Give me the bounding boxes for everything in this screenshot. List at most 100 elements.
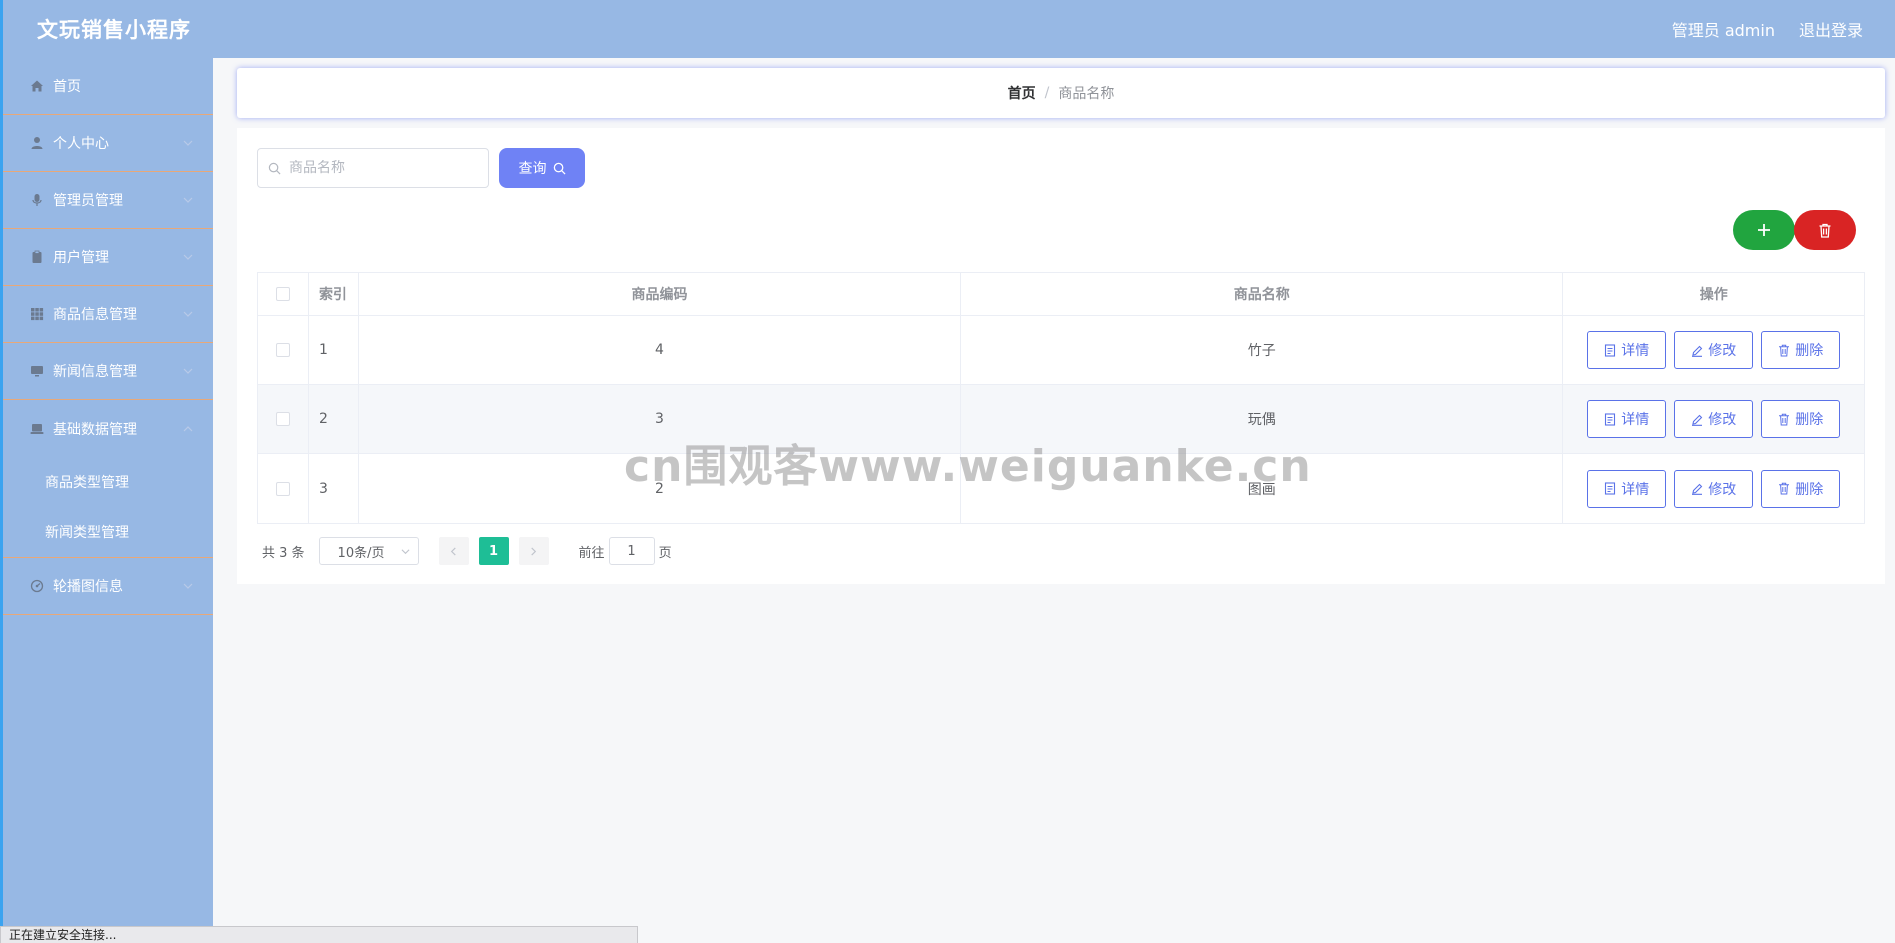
base-data-group: 基础数据管理 商品类型管理 新闻类型管理 bbox=[3, 400, 213, 558]
logout-link[interactable]: 退出登录 bbox=[1799, 17, 1863, 41]
breadcrumb-home[interactable]: 首页 bbox=[1008, 83, 1036, 103]
delete-button[interactable]: 删除 bbox=[1761, 331, 1841, 369]
sidebar-item-admin-management[interactable]: 管理员管理 bbox=[3, 172, 213, 229]
dashboard-icon bbox=[29, 578, 45, 594]
detail-label: 详情 bbox=[1621, 481, 1650, 498]
query-button-label: 查询 bbox=[518, 161, 547, 177]
edit-label: 修改 bbox=[1708, 412, 1737, 428]
sidebar: 首页 个人中心 管理员管理 用户管理 商品信息管理 新闻信息管理 基础数据管理 … bbox=[0, 58, 213, 943]
edit-button[interactable]: 修改 bbox=[1674, 400, 1754, 438]
chevron-down-icon bbox=[183, 368, 193, 374]
edit-icon bbox=[1692, 483, 1703, 495]
breadcrumb: 首页 / 商品名称 bbox=[237, 68, 1885, 118]
chevron-down-icon bbox=[401, 548, 410, 554]
row-index: 3 bbox=[309, 454, 359, 523]
sidebar-item-news-info[interactable]: 新闻信息管理 bbox=[3, 343, 213, 400]
detail-button[interactable]: 详情 bbox=[1587, 331, 1667, 369]
chevron-down-icon bbox=[183, 583, 193, 589]
app-title: 文玩销售小程序 bbox=[37, 18, 191, 42]
delete-button[interactable]: 删除 bbox=[1761, 400, 1841, 438]
sidebar-item-label: 个人中心 bbox=[53, 136, 109, 152]
document-icon bbox=[1605, 412, 1616, 426]
sidebar-item-label: 首页 bbox=[53, 79, 81, 95]
chevron-up-icon bbox=[183, 425, 193, 431]
edit-button[interactable]: 修改 bbox=[1674, 469, 1754, 508]
trash-icon bbox=[1779, 482, 1790, 495]
header-name: 商品名称 bbox=[961, 273, 1564, 315]
grid-icon bbox=[29, 306, 45, 322]
edit-button[interactable]: 修改 bbox=[1674, 331, 1754, 369]
sidebar-item-home[interactable]: 首页 bbox=[3, 58, 213, 115]
home-icon bbox=[29, 78, 45, 94]
table-header-row: 索引 商品编码 商品名称 操作 bbox=[258, 273, 1864, 316]
goto-prefix: 前往 bbox=[578, 545, 605, 561]
add-button[interactable] bbox=[1733, 210, 1795, 250]
delete-label: 删除 bbox=[1795, 481, 1824, 498]
edit-label: 修改 bbox=[1708, 343, 1737, 359]
submenu-item-product-type[interactable]: 商品类型管理 bbox=[3, 457, 213, 507]
search-input[interactable] bbox=[289, 160, 479, 176]
prev-page-button[interactable] bbox=[438, 537, 469, 565]
sidebar-item-carousel[interactable]: 轮播图信息 bbox=[3, 558, 213, 615]
sidebar-item-label: 用户管理 bbox=[53, 250, 109, 266]
user-icon bbox=[29, 135, 45, 151]
goto-page-input[interactable] bbox=[608, 537, 655, 565]
query-button[interactable]: 查询 bbox=[499, 148, 585, 188]
row-ops: 详情 修改 删除 bbox=[1563, 316, 1864, 384]
page-size-value: 10条/页 bbox=[337, 545, 385, 561]
sidebar-item-label: 基础数据管理 bbox=[53, 421, 137, 438]
row-name: 竹子 bbox=[961, 316, 1564, 384]
sidebar-item-base-data[interactable]: 基础数据管理 bbox=[3, 400, 213, 457]
edit-icon bbox=[1692, 414, 1703, 426]
clipboard-icon bbox=[29, 249, 45, 265]
submenu-item-news-type[interactable]: 新闻类型管理 bbox=[3, 507, 213, 557]
pagination-total: 共 3 条 bbox=[262, 545, 305, 561]
browser-status-bar: 正在建立安全连接... bbox=[0, 926, 638, 943]
detail-button[interactable]: 详情 bbox=[1587, 400, 1667, 438]
detail-button[interactable]: 详情 bbox=[1587, 469, 1667, 508]
chevron-down-icon bbox=[183, 140, 193, 146]
batch-delete-button[interactable] bbox=[1794, 210, 1856, 250]
page-number-current[interactable]: 1 bbox=[478, 537, 509, 565]
trash-icon bbox=[1779, 413, 1790, 425]
header-index: 索引 bbox=[309, 273, 359, 315]
header-ops: 操作 bbox=[1699, 287, 1728, 303]
chevron-left-icon bbox=[450, 546, 456, 556]
sidebar-item-label: 商品信息管理 bbox=[53, 307, 137, 323]
table-row: 2 3 玩偶 详情 修改 删除 bbox=[258, 385, 1864, 454]
page-jumper: 前往 页 bbox=[579, 537, 672, 565]
table-row: 1 4 竹子 详情 修改 删除 bbox=[258, 316, 1864, 385]
product-table: 索引 商品编码 商品名称 操作 1 4 竹子 详情 修改 删除 2 3 玩偶 详… bbox=[257, 272, 1865, 524]
chevron-down-icon bbox=[183, 311, 193, 317]
row-index: 1 bbox=[309, 316, 359, 384]
document-icon bbox=[1605, 343, 1616, 357]
detail-label: 详情 bbox=[1621, 343, 1650, 359]
row-checkbox[interactable] bbox=[275, 343, 290, 357]
header-code: 商品编码 bbox=[359, 273, 962, 315]
next-page-button[interactable] bbox=[518, 537, 549, 565]
admin-user-label[interactable]: 管理员 admin bbox=[1672, 17, 1775, 41]
select-all-checkbox[interactable] bbox=[275, 287, 290, 301]
sidebar-item-product-info[interactable]: 商品信息管理 bbox=[3, 286, 213, 343]
row-name: 图画 bbox=[961, 454, 1564, 523]
delete-button[interactable]: 删除 bbox=[1761, 469, 1841, 508]
trash-icon bbox=[1819, 223, 1831, 238]
row-checkbox[interactable] bbox=[275, 412, 290, 426]
search-field[interactable] bbox=[257, 148, 489, 188]
pagination: 共 3 条 10条/页 1 前往 页 bbox=[262, 537, 672, 565]
row-checkbox[interactable] bbox=[275, 481, 290, 496]
row-ops: 详情 修改 删除 bbox=[1563, 385, 1864, 453]
chevron-right-icon bbox=[531, 546, 537, 556]
row-name: 玩偶 bbox=[961, 385, 1564, 453]
header-check-cell bbox=[258, 273, 309, 315]
row-code: 3 bbox=[359, 385, 962, 453]
sidebar-item-label: 新闻信息管理 bbox=[53, 364, 137, 380]
page-size-select[interactable]: 10条/页 bbox=[318, 537, 419, 565]
row-code: 2 bbox=[359, 454, 962, 523]
sidebar-item-label: 轮播图信息 bbox=[53, 579, 123, 595]
document-icon bbox=[1605, 482, 1616, 495]
sidebar-item-user-management[interactable]: 用户管理 bbox=[3, 229, 213, 286]
search-icon bbox=[553, 162, 566, 175]
sidebar-item-personal-center[interactable]: 个人中心 bbox=[3, 115, 213, 172]
plus-icon bbox=[1758, 224, 1770, 236]
